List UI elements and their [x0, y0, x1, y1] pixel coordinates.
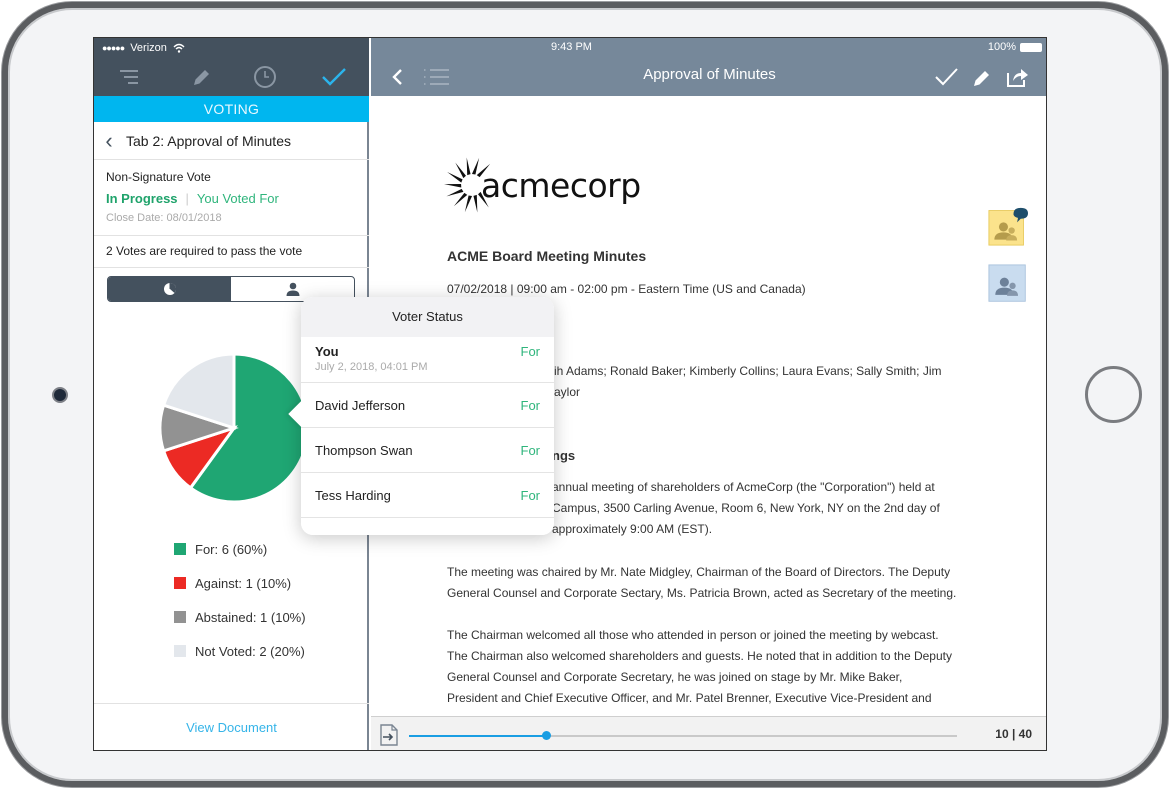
vote-info: Non-Signature Vote In Progress | You Vot… [94, 160, 369, 236]
signal-icon: ●●●●● [102, 43, 125, 53]
voter-name: You [315, 344, 339, 359]
legend-swatch [174, 611, 186, 623]
battery-icon [1020, 42, 1042, 52]
legend-item-for: For: 6 (60%) [174, 532, 306, 566]
legend-label: For: 6 (60%) [195, 541, 268, 557]
paragraph-line: President and Chief Executive Officer, a… [447, 691, 932, 705]
legend-swatch [174, 543, 186, 555]
voter-choice: For [520, 397, 541, 413]
participant-avatar-icon[interactable] [988, 264, 1028, 304]
voter-choice: For [520, 442, 541, 458]
screen: ●●●●● Verizon VOTING ‹ Tab 2: Approval o… [93, 37, 1047, 751]
paragraph-line: The Chairman welcomed all those who atte… [447, 628, 939, 642]
user-vote-label: You Voted For [196, 191, 279, 206]
voter-row[interactable]: David Jefferson For [301, 383, 554, 428]
section-heading: ngs [552, 448, 576, 463]
battery-percent: 100% [987, 41, 1016, 53]
tab-header: ‹ Tab 2: Approval of Minutes [94, 122, 369, 160]
votes-required: 2 Votes are required to pass the vote [94, 236, 369, 268]
camera-icon [52, 387, 68, 403]
status-badge: In Progress [106, 191, 178, 206]
vote-timestamp: July 2, 2018, 04:01 PM [315, 361, 428, 373]
slider-handle[interactable] [542, 731, 551, 740]
clock: 9:43 PM [551, 41, 592, 53]
document-header: 9:43 PM 100% Approval of Minutes [371, 38, 1046, 96]
voter-row[interactable]: You July 2, 2018, 04:01 PM For [301, 337, 554, 383]
person-icon [286, 282, 299, 296]
voting-section-label: VOTING [94, 96, 369, 122]
share-icon[interactable] [1004, 64, 1030, 90]
menu-icon[interactable] [116, 64, 142, 90]
battery-indicator: 100% [988, 41, 1042, 53]
logo-ray [466, 157, 471, 176]
comment-avatar-icon[interactable] [988, 206, 1028, 246]
vote-type: Non-Signature Vote [106, 170, 211, 184]
voter-row[interactable]: Tess Harding For [301, 473, 554, 518]
left-header: ●●●●● Verizon [94, 38, 369, 96]
logo-ray [447, 172, 463, 183]
paragraph-line: The meeting was chaired by Mr. Nate Midg… [447, 565, 951, 579]
left-toolbar [94, 62, 369, 92]
paragraph-line: Campus, 3500 Carling Avenue, Room 6, New… [552, 501, 940, 515]
vote-status-row: In Progress | You Voted For [106, 191, 357, 206]
legend-swatch [174, 577, 186, 589]
paragraph-line: annual meeting of shareholders of AcmeCo… [552, 480, 935, 494]
logo-ray [446, 188, 464, 197]
logo-ray [471, 157, 480, 175]
status-bar-left: ●●●●● Verizon [102, 42, 185, 54]
divider: | [185, 191, 189, 206]
document-heading: ACME Board Meeting Minutes [447, 248, 647, 264]
voter-row[interactable]: Thompson Swan For [301, 428, 554, 473]
logo-ray [444, 183, 462, 188]
voter-choice: For [520, 344, 541, 359]
logo-text: acmecorp [481, 165, 641, 205]
pie-chart-icon [163, 282, 176, 295]
chart-legend: For: 6 (60%) Against: 1 (10%) Abstained:… [174, 532, 306, 668]
acmecorp-logo: acmecorp [441, 154, 641, 216]
view-document-link[interactable]: View Document [94, 703, 369, 750]
voter-name: David Jefferson [315, 397, 406, 413]
paragraph-line: The Chairman also welcomed shareholders … [447, 649, 952, 663]
logo-ray [455, 162, 466, 179]
wifi-icon [173, 43, 185, 53]
export-page-icon[interactable] [380, 724, 398, 746]
carrier-label: Verizon [130, 42, 167, 54]
voter-name: Tess Harding [315, 487, 391, 503]
logo-ray [464, 195, 473, 213]
approve-check-icon[interactable] [933, 64, 959, 90]
legend-label: Against: 1 (10%) [195, 575, 292, 591]
close-date: Close Date: 08/01/2018 [106, 212, 222, 224]
legend-item-not-voted: Not Voted: 2 (20%) [174, 634, 306, 668]
legend-item-against: Against: 1 (10%) [174, 566, 306, 600]
home-button[interactable] [1085, 366, 1142, 423]
attendees-line: ih Adams; Ronald Baker; Kimberly Collins… [554, 364, 942, 378]
checkmark-icon[interactable] [320, 64, 348, 90]
vote-pie-chart [158, 352, 310, 504]
legend-swatch [174, 645, 186, 657]
voter-name: Thompson Swan [315, 442, 413, 458]
popover-title: Voter Status [301, 297, 554, 337]
voter-choice: For [520, 487, 541, 503]
attendees-line: aylor [554, 385, 581, 399]
page-slider[interactable] [409, 731, 957, 740]
logo-ray [453, 192, 468, 207]
chart-view-tab[interactable] [108, 277, 231, 301]
paragraph-line: General Counsel and Corporate Sectary, M… [447, 586, 957, 600]
page-indicator: 10 | 40 [995, 727, 1032, 741]
legend-label: Not Voted: 2 (20%) [195, 643, 305, 659]
legend-item-abstained: Abstained: 1 (10%) [174, 600, 306, 634]
tab-title: Tab 2: Approval of Minutes [126, 132, 291, 149]
annotate-pencil-icon[interactable] [969, 64, 995, 90]
pencil-icon[interactable] [188, 64, 214, 90]
logo-ray [473, 194, 478, 213]
legend-label: Abstained: 1 (10%) [195, 609, 306, 625]
paragraph-line: General Counsel and Corporate Secretary,… [447, 670, 903, 684]
back-chevron-icon[interactable]: ‹ [94, 122, 124, 160]
paragraph-line: approximately 9:00 AM (EST). [552, 522, 713, 536]
page-navigation-bar: 10 | 40 [371, 716, 1046, 750]
voter-status-popover: Voter Status You July 2, 2018, 04:01 PM … [288, 297, 554, 535]
slider-fill [409, 735, 546, 737]
clock-icon[interactable] [252, 64, 278, 90]
